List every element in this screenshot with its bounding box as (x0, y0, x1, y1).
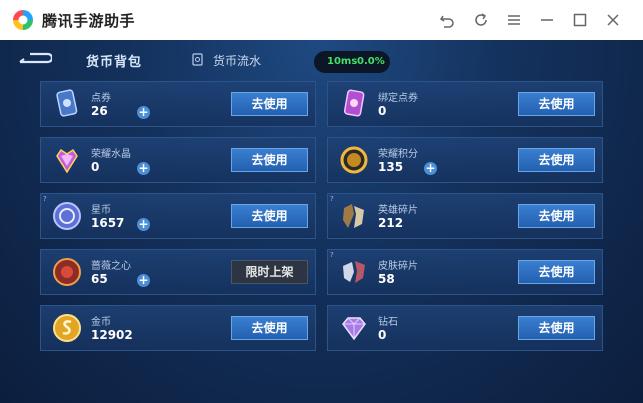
currency-value: 58 (378, 272, 395, 286)
currency-card: 蔷薇之心 65 + 限时上架 (40, 249, 316, 295)
currency-name: 钻石 (378, 317, 398, 328)
currency-value: 26 (91, 104, 108, 118)
rose-heart-icon (53, 258, 81, 286)
ledger-icon (192, 53, 203, 66)
back-arrow-icon[interactable] (18, 52, 52, 66)
use-button[interactable]: 去使用 (231, 92, 308, 116)
currency-card: 金币 12902 去使用 (40, 305, 316, 351)
tab-currency-backpack[interactable]: 货币背包 (86, 51, 142, 70)
use-button[interactable]: 去使用 (231, 204, 308, 228)
currency-card: 钻石 0 去使用 (327, 305, 603, 351)
currency-backpack-panel: 货币背包 货币流水 10ms 0.0% 点券 26 + 去使用 绑定点券 0 去… (0, 40, 643, 403)
add-icon[interactable]: + (424, 162, 437, 175)
network-status: 10ms 0.0% (314, 51, 390, 73)
close-icon[interactable] (604, 11, 622, 29)
currency-card: 点券 26 + 去使用 (40, 81, 316, 127)
menu-icon[interactable] (505, 11, 523, 29)
glory-points-icon (340, 146, 368, 174)
tab-currency-flow[interactable]: 货币流水 (213, 52, 261, 69)
use-button[interactable]: 去使用 (518, 260, 595, 284)
diamond-icon (342, 317, 366, 341)
currency-value: 212 (378, 216, 404, 230)
minimize-icon[interactable] (538, 11, 556, 29)
currency-name: 皮肤碎片 (378, 261, 418, 272)
currency-name: 蔷薇之心 (91, 261, 131, 272)
currency-value: 0 (378, 104, 387, 118)
maximize-icon[interactable] (571, 11, 589, 29)
bound-coupon-icon (343, 89, 365, 117)
currency-card: ? 星币 1657 + 去使用 (40, 193, 316, 239)
currency-value: 135 (378, 160, 404, 174)
currency-value: 0 (378, 328, 387, 342)
limited-time-button[interactable]: 限时上架 (231, 260, 308, 284)
star-coin-icon (53, 202, 81, 230)
currency-name: 金币 (91, 317, 111, 328)
info-icon[interactable]: ? (43, 195, 47, 203)
app-title: 腾讯手游助手 (42, 12, 136, 30)
skin-fragment-icon (343, 261, 365, 283)
currency-name: 点券 (91, 93, 111, 104)
info-icon[interactable]: ? (330, 251, 334, 259)
currency-name: 荣耀水晶 (91, 149, 131, 160)
use-button[interactable]: 去使用 (231, 316, 308, 340)
packet-loss-value: 0.0% (357, 56, 385, 67)
add-icon[interactable]: + (137, 106, 150, 119)
currency-value: 12902 (91, 328, 133, 342)
currency-card: 荣耀积分 135 + 去使用 (327, 137, 603, 183)
glory-crystal-icon (56, 148, 78, 174)
add-icon[interactable]: + (137, 162, 150, 175)
back-icon[interactable] (438, 11, 456, 29)
info-icon[interactable]: ? (330, 195, 334, 203)
currency-value: 1657 (91, 216, 125, 230)
hero-fragment-icon (343, 204, 364, 228)
currency-name: 荣耀积分 (378, 149, 418, 160)
refresh-icon[interactable] (472, 11, 490, 29)
latency-value: 10ms (327, 56, 358, 67)
currency-name: 星币 (91, 205, 111, 216)
currency-value: 65 (91, 272, 108, 286)
use-button[interactable]: 去使用 (518, 92, 595, 116)
currency-card: 荣耀水晶 0 + 去使用 (40, 137, 316, 183)
use-button[interactable]: 去使用 (518, 316, 595, 340)
currency-card: 绑定点券 0 去使用 (327, 81, 603, 127)
currency-name: 英雄碎片 (378, 205, 418, 216)
add-icon[interactable]: + (137, 274, 150, 287)
use-button[interactable]: 去使用 (518, 204, 595, 228)
add-icon[interactable]: + (137, 218, 150, 231)
use-button[interactable]: 去使用 (518, 148, 595, 172)
currency-card: ? 皮肤碎片 58 去使用 (327, 249, 603, 295)
currency-name: 绑定点券 (378, 93, 418, 104)
currency-value: 0 (91, 160, 100, 174)
gold-coin-icon (53, 314, 81, 342)
title-bar: 腾讯手游助手 (0, 0, 643, 40)
currency-card: ? 英雄碎片 212 去使用 (327, 193, 603, 239)
app-logo-icon (13, 10, 33, 30)
use-button[interactable]: 去使用 (231, 148, 308, 172)
coupon-icon (56, 89, 78, 117)
